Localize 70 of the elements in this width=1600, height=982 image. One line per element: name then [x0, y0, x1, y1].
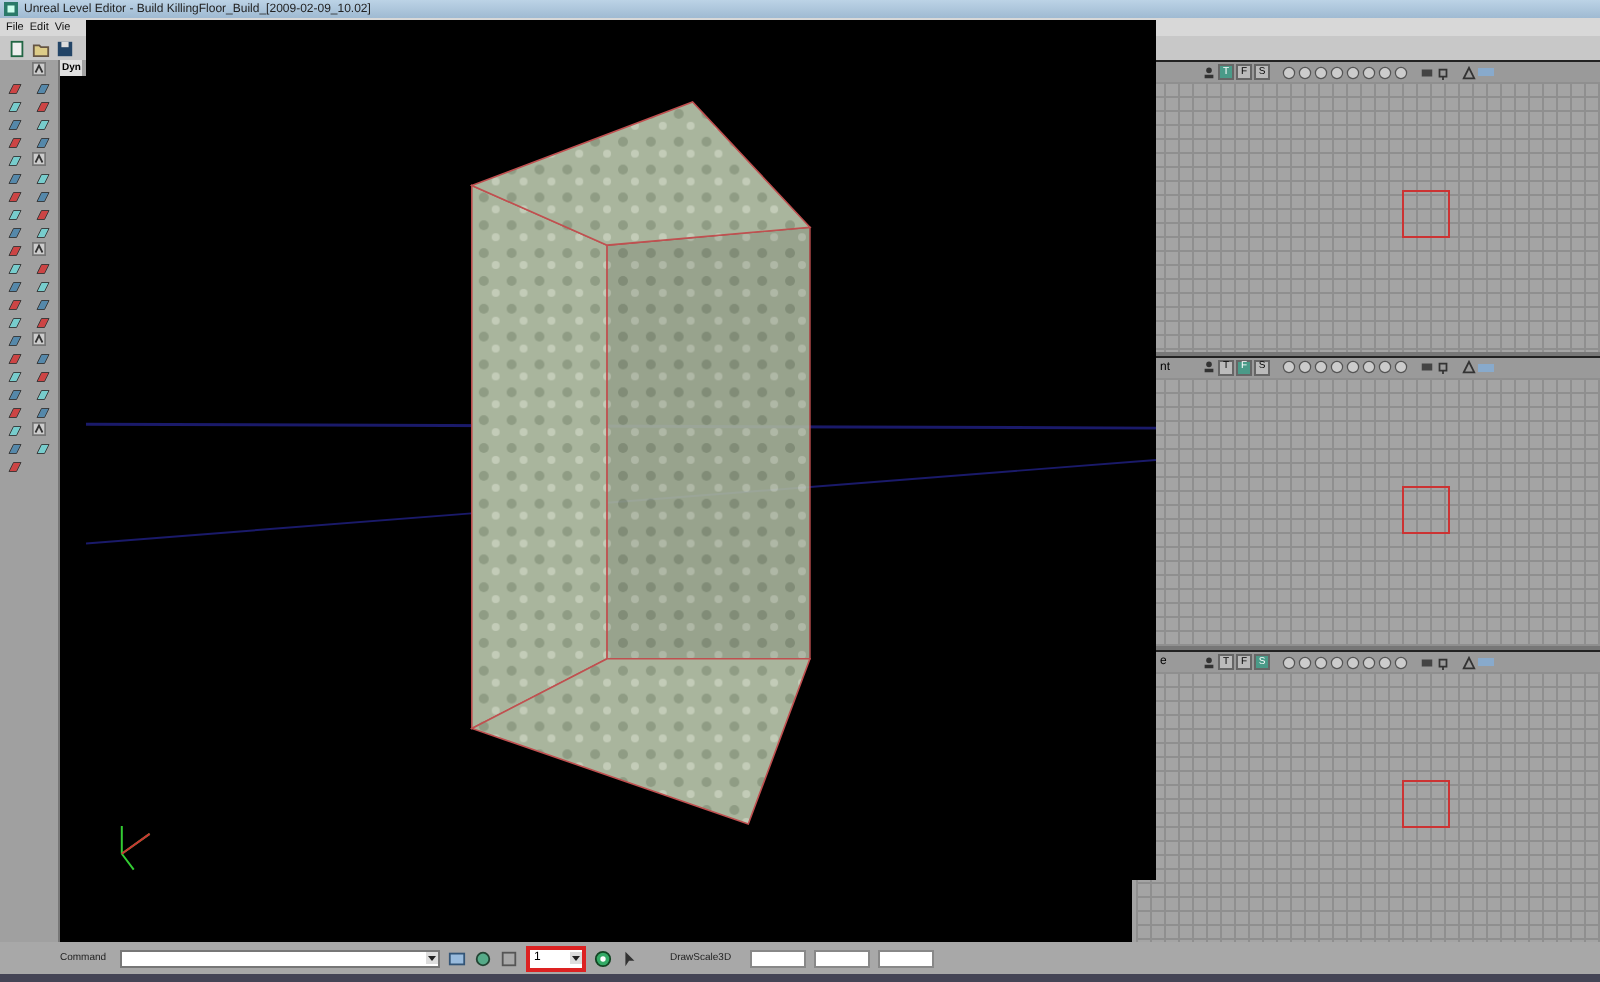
collapse-icon[interactable] [32, 422, 46, 436]
tool-icon[interactable] [4, 152, 26, 170]
pointer-icon[interactable] [620, 949, 638, 967]
tool-icon[interactable] [4, 224, 26, 242]
app-icon [4, 2, 18, 16]
person-icon[interactable] [1202, 65, 1216, 79]
tool-icon[interactable] [32, 350, 54, 368]
window-icon[interactable] [448, 949, 466, 967]
tool-icon[interactable] [4, 314, 26, 332]
tool-icon[interactable] [4, 242, 26, 260]
tool-icon[interactable] [32, 314, 54, 332]
tool-icon[interactable] [32, 224, 54, 242]
drawscale-field[interactable] [878, 949, 934, 967]
color-swatch[interactable] [1478, 658, 1494, 667]
tool-icon[interactable] [4, 98, 26, 116]
tool-icon[interactable] [4, 206, 26, 224]
tool-icon[interactable] [4, 440, 26, 458]
axis-gizmo-icon [120, 824, 151, 871]
triangle-ruler-icon[interactable] [1462, 360, 1476, 375]
tool-icon[interactable] [32, 260, 54, 278]
collapse-icon[interactable] [32, 242, 46, 256]
tool-icon[interactable] [4, 134, 26, 152]
collapse-icon[interactable] [32, 152, 46, 166]
triangle-ruler-icon[interactable] [1462, 655, 1476, 670]
tool-icon[interactable] [4, 188, 26, 206]
tool-icon[interactable] [32, 116, 54, 134]
tool-icon[interactable] [4, 278, 26, 296]
tool-icon[interactable] [32, 80, 54, 98]
triangle-ruler-icon[interactable] [1462, 65, 1476, 79]
person-icon[interactable] [1202, 655, 1216, 670]
brush-outline [1402, 189, 1450, 238]
tool-icon[interactable] [32, 296, 54, 314]
new-file-icon[interactable] [8, 39, 26, 57]
brush-outline [1402, 780, 1450, 829]
tool-icon[interactable] [4, 332, 26, 350]
tool-icon[interactable] [32, 98, 54, 116]
tool-icon[interactable] [32, 386, 54, 404]
tool-icon[interactable] [32, 440, 54, 458]
command-field[interactable] [120, 949, 440, 967]
tool-icon[interactable] [4, 80, 26, 98]
tool-icon[interactable] [32, 134, 54, 152]
tool-icon[interactable] [4, 260, 26, 278]
tool-icon[interactable] [32, 170, 54, 188]
tool-icon[interactable] [32, 368, 54, 386]
color-swatch[interactable] [1478, 363, 1494, 372]
tool-icon[interactable] [4, 116, 26, 134]
drawscale-field[interactable] [814, 949, 870, 967]
tool-icon[interactable] [4, 458, 26, 476]
tool-icon[interactable] [32, 404, 54, 422]
tool-icon[interactable] [32, 188, 54, 206]
tool-icon[interactable] [4, 368, 26, 386]
tool-icon[interactable] [4, 170, 26, 188]
person-icon[interactable] [1202, 360, 1216, 375]
tool-icon[interactable] [4, 404, 26, 422]
brush-outline [1402, 485, 1450, 534]
drawscale-field[interactable] [750, 949, 806, 967]
collapse-icon[interactable] [32, 332, 46, 346]
collapse-icon[interactable] [32, 62, 46, 76]
dropdown-arrow-icon[interactable] [570, 952, 582, 964]
tool-icon[interactable] [4, 386, 26, 404]
grid-icon[interactable] [500, 949, 518, 967]
dropdown-arrow-icon[interactable] [426, 952, 438, 964]
target-icon[interactable] [594, 949, 612, 967]
tool-icon[interactable] [4, 422, 26, 440]
tool-icon[interactable] [4, 350, 26, 368]
save-icon[interactable] [56, 39, 74, 57]
tool-icon[interactable] [4, 296, 26, 314]
color-swatch[interactable] [1478, 68, 1494, 76]
tool-icon[interactable] [32, 278, 54, 296]
tool-icon[interactable] [32, 206, 54, 224]
